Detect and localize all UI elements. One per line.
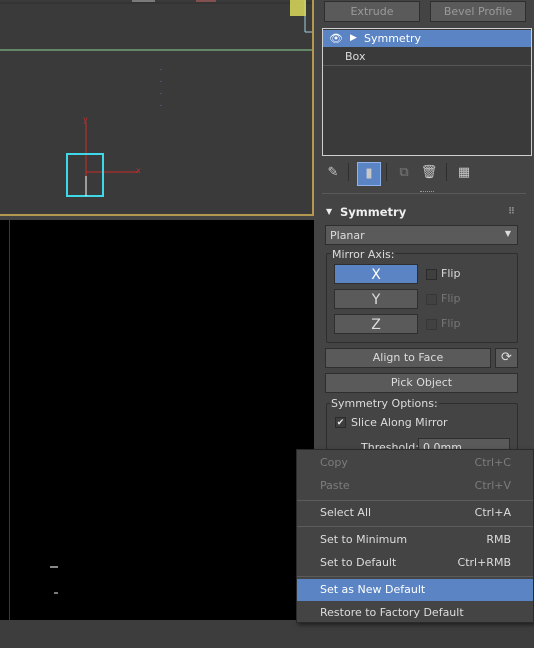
- pick-object-button[interactable]: Pick Object: [325, 373, 518, 393]
- trash-icon[interactable]: 🗑: [419, 163, 439, 183]
- viewport-marker: [54, 592, 58, 594]
- axis-x-button[interactable]: X: [334, 264, 418, 284]
- expand-arrow-icon[interactable]: ▶: [350, 30, 357, 47]
- menu-item-select-all[interactable]: Select All Ctrl+A: [297, 502, 533, 524]
- svg-text:·: ·: [160, 67, 162, 74]
- flip-x-label: Flip: [441, 267, 461, 280]
- flip-y-label: Flip: [441, 292, 461, 305]
- menu-item-copy[interactable]: Copy Ctrl+C: [297, 452, 533, 474]
- menu-item-label: Paste: [320, 479, 350, 492]
- viewport-marker: [50, 566, 58, 568]
- extrude-button[interactable]: Extrude: [324, 1, 420, 22]
- make-unique-icon[interactable]: ⧉: [394, 163, 414, 183]
- menu-item-shortcut: Ctrl+RMB: [457, 556, 511, 569]
- axis-z-button[interactable]: Z: [334, 314, 418, 334]
- divider: [446, 163, 447, 181]
- slice-along-mirror-label: Slice Along Mirror: [351, 416, 448, 429]
- rollout-header-symmetry[interactable]: ▼ Symmetry ⠿: [322, 203, 522, 221]
- menu-item-set-to-minimum[interactable]: Set to Minimum RMB: [297, 529, 533, 551]
- reset-align-icon[interactable]: ⟳: [495, 348, 518, 368]
- menu-item-label: Select All: [320, 506, 372, 519]
- context-menu: Copy Ctrl+C Paste Ctrl+V Select All Ctrl…: [296, 449, 534, 623]
- mode-dropdown[interactable]: Planar ▼: [325, 225, 518, 245]
- mode-value: Planar: [330, 229, 365, 242]
- bottom-viewport[interactable]: [0, 220, 314, 620]
- stack-item-symmetry[interactable]: 👁 ▶ Symmetry: [323, 30, 531, 47]
- mirror-axis-label: Mirror Axis:: [331, 248, 396, 261]
- menu-item-paste[interactable]: Paste Ctrl+V: [297, 475, 533, 497]
- menu-separator: [297, 500, 533, 501]
- flip-z-checkbox[interactable]: [426, 319, 437, 330]
- menu-item-label: Set to Minimum: [320, 533, 408, 546]
- stack-item-label: Symmetry: [364, 32, 422, 45]
- pin-stack-icon[interactable]: ✎: [323, 163, 343, 183]
- svg-text:·: ·: [160, 103, 162, 110]
- flip-x-checkbox[interactable]: [426, 269, 437, 280]
- flip-z-label: Flip: [441, 317, 461, 330]
- menu-item-label: Copy: [320, 456, 348, 469]
- configure-modifier-sets-icon[interactable]: ▦: [454, 163, 474, 183]
- menu-item-label: Set as New Default: [320, 583, 426, 596]
- grip-icon[interactable]: ⠿: [508, 203, 515, 221]
- chevron-down-icon: ▼: [504, 229, 511, 238]
- viewport-edge-line: [9, 220, 10, 620]
- menu-item-shortcut: Ctrl+A: [474, 506, 511, 519]
- axis-y-label: y: [83, 115, 88, 124]
- viewport-grid: · · · ·: [0, 0, 312, 197]
- modifier-stack[interactable]: 👁 ▶ Symmetry Box: [322, 28, 532, 156]
- menu-item-restore-factory-default[interactable]: Restore to Factory Default: [297, 602, 533, 624]
- eye-icon[interactable]: 👁: [329, 30, 343, 47]
- menu-item-shortcut: RMB: [486, 533, 511, 546]
- stack-item-box[interactable]: Box: [323, 48, 531, 66]
- menu-item-label: Restore to Factory Default: [320, 606, 464, 619]
- menu-separator: [297, 576, 533, 577]
- align-to-face-button[interactable]: Align to Face: [325, 348, 491, 368]
- symmetry-options-label: Symmetry Options:: [330, 397, 439, 410]
- axis-x-label: x: [136, 166, 141, 175]
- svg-text:·: ·: [160, 91, 162, 98]
- divider: [348, 163, 349, 181]
- menu-item-shortcut: Ctrl+V: [474, 479, 511, 492]
- menu-separator: [297, 526, 533, 527]
- axis-y-button[interactable]: Y: [334, 289, 418, 309]
- slice-along-mirror-checkbox[interactable]: ✔: [335, 417, 346, 428]
- resize-grip[interactable]: [420, 191, 434, 195]
- divider: [386, 163, 387, 181]
- status-strip: [0, 620, 534, 648]
- top-viewport[interactable]: · · · · y x: [0, 0, 314, 216]
- menu-item-label: Set to Default: [320, 556, 397, 569]
- menu-item-set-to-default[interactable]: Set to Default Ctrl+RMB: [297, 552, 533, 574]
- menu-item-shortcut: Ctrl+C: [474, 456, 511, 469]
- stack-item-label: Box: [345, 50, 366, 63]
- bevel-profile-button[interactable]: Bevel Profile: [430, 1, 526, 22]
- show-end-result-icon[interactable]: ▮: [357, 162, 381, 186]
- svg-text:·: ·: [160, 79, 162, 86]
- menu-item-set-as-new-default[interactable]: Set as New Default: [297, 579, 533, 601]
- flip-y-checkbox[interactable]: [426, 294, 437, 305]
- collapse-triangle-icon: ▼: [326, 207, 333, 216]
- rollout-title: Symmetry: [340, 205, 407, 219]
